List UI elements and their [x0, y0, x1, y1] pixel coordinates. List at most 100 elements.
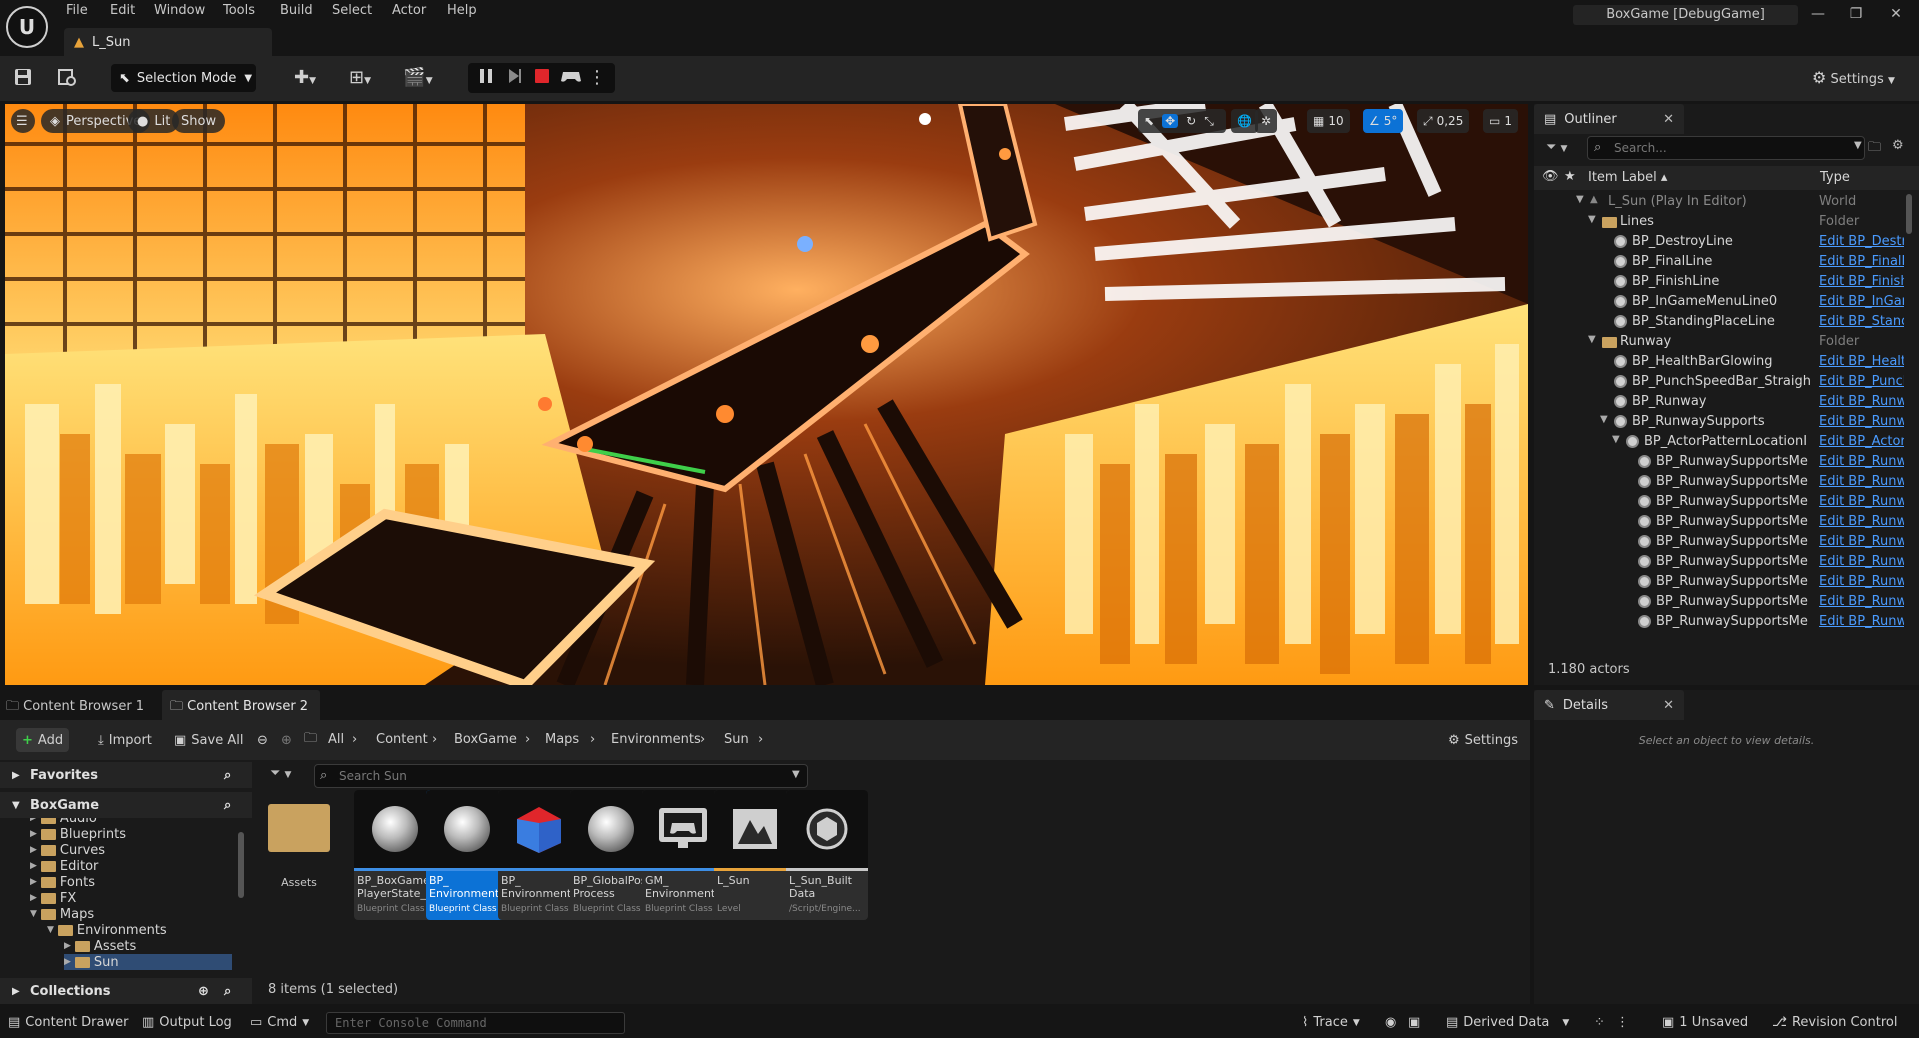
- edit-blueprint-link[interactable]: Edit BP_Runwa: [1819, 614, 1904, 629]
- breadcrumb-maps[interactable]: Maps: [545, 732, 579, 747]
- menu-file[interactable]: File: [66, 3, 88, 18]
- grid-snap-button[interactable]: ▦ 10: [1307, 109, 1350, 133]
- cmd-dropdown[interactable]: ▭ Cmd ▼: [250, 1015, 309, 1030]
- scale-icon[interactable]: ⤡: [1204, 114, 1214, 129]
- edit-blueprint-link[interactable]: Edit BP_Punch: [1819, 374, 1904, 389]
- record-icon[interactable]: ◉: [1385, 1015, 1396, 1030]
- restore-icon[interactable]: ❐: [1846, 6, 1866, 26]
- expand-arrow-icon[interactable]: ▼: [1576, 194, 1584, 205]
- edit-blueprint-link[interactable]: Edit BP_Runwa: [1819, 474, 1904, 489]
- menu-window[interactable]: Window: [154, 3, 205, 18]
- outliner-row[interactable]: ▼ BP_ActorPatternLocationI Edit BP_ActorI: [1534, 432, 1904, 452]
- asset-folder[interactable]: Assets: [264, 794, 334, 914]
- search-icon[interactable]: ⌕: [224, 984, 231, 999]
- folder-tree-item[interactable]: ▶ Audio: [30, 818, 97, 826]
- edit-blueprint-link[interactable]: Edit BP_Runwa: [1819, 554, 1904, 569]
- edit-blueprint-link[interactable]: Edit BP_Healtl: [1819, 354, 1904, 369]
- edit-blueprint-link[interactable]: Edit BP_ActorI: [1819, 434, 1904, 449]
- viewport-menu-icon[interactable]: ☰: [11, 109, 35, 133]
- outliner-row[interactable]: BP_RunwaySupportsMe Edit BP_Runwa: [1534, 572, 1904, 592]
- outliner-row[interactable]: ▼ ▲ L_Sun (Play In Editor) World: [1534, 192, 1904, 212]
- edit-blueprint-link[interactable]: Edit BP_InGam: [1819, 294, 1904, 309]
- import-button[interactable]: ⤓ Import: [92, 728, 158, 752]
- outliner-row[interactable]: ▼ BP_RunwaySupports Edit BP_Runwa: [1534, 412, 1904, 432]
- outliner-tab[interactable]: ▤ Outliner ✕: [1534, 104, 1684, 134]
- edit-blueprint-link[interactable]: Edit BP_Runwa: [1819, 394, 1904, 409]
- asset-search-input[interactable]: Search Sun: [314, 764, 808, 788]
- tree-scrollbar[interactable]: [238, 832, 244, 898]
- revision-control-button[interactable]: ⎇ Revision Control: [1772, 1015, 1897, 1030]
- star-icon[interactable]: ★: [1564, 169, 1576, 184]
- add-collection-icon[interactable]: ⊕: [198, 984, 209, 999]
- menu-edit[interactable]: Edit: [110, 3, 135, 18]
- rotate-icon[interactable]: ↻: [1186, 114, 1196, 128]
- filter-icon[interactable]: ⏷ ▼: [1546, 140, 1567, 155]
- forward-icon[interactable]: ⊕: [275, 728, 298, 752]
- back-icon[interactable]: ⊖: [251, 728, 274, 752]
- folder-tree-item[interactable]: ▶ Curves: [30, 842, 105, 858]
- blueprint-icon[interactable]: ⊞▼: [342, 66, 378, 90]
- world-local-icon[interactable]: 🌐: [1231, 109, 1258, 133]
- folder-tree-item[interactable]: ▶ Sun: [64, 954, 232, 970]
- save-icon[interactable]: [12, 66, 36, 90]
- source-control-icon[interactable]: [56, 66, 80, 90]
- breadcrumb-content[interactable]: Content: [376, 732, 428, 747]
- edit-blueprint-link[interactable]: Edit BP_Runwa: [1819, 514, 1904, 529]
- outliner-row[interactable]: BP_Runway Edit BP_Runwa: [1534, 392, 1904, 412]
- chevron-right-icon[interactable]: ▶: [30, 829, 37, 839]
- derived-data-button[interactable]: ▤ Derived Data ▼: [1446, 1015, 1569, 1030]
- outliner-row[interactable]: BP_RunwaySupportsMe Edit BP_Runwa: [1534, 592, 1904, 612]
- level-document-tab[interactable]: ▲ L_Sun: [64, 28, 272, 56]
- gamepad-icon[interactable]: [560, 66, 584, 90]
- outliner-row[interactable]: BP_PunchSpeedBar_Straigh Edit BP_Punch: [1534, 372, 1904, 392]
- edit-blueprint-link[interactable]: Edit BP_Runwa: [1819, 414, 1904, 429]
- content-drawer-button[interactable]: ▤ Content Drawer: [8, 1015, 128, 1030]
- trace-dropdown[interactable]: ⌇ Trace ▼: [1302, 1015, 1360, 1030]
- menu-actor[interactable]: Actor: [392, 3, 426, 18]
- details-tab[interactable]: ✎ Details ✕: [1534, 690, 1684, 720]
- outliner-row[interactable]: BP_FinishLine Edit BP_Finish: [1534, 272, 1904, 292]
- level-viewport[interactable]: ☰ ◈ Perspective ● Lit Show ⬉ ✥ ↻ ⤡ 🌐 ✲ ▦…: [5, 104, 1528, 685]
- asset-tile[interactable]: BP_GlobalPost Process Blueprint Class: [570, 790, 652, 920]
- chevron-right-icon[interactable]: ▶: [30, 893, 37, 903]
- edit-blueprint-link[interactable]: Edit BP_Runwa: [1819, 534, 1904, 549]
- outliner-row[interactable]: BP_RunwaySupportsMe Edit BP_Runwa: [1534, 612, 1904, 632]
- stop-icon[interactable]: [532, 66, 556, 90]
- outliner-row[interactable]: BP_RunwaySupportsMe Edit BP_Runwa: [1534, 452, 1904, 472]
- search-icon[interactable]: ⌕: [224, 798, 231, 813]
- vertical-dots-icon[interactable]: ⋮: [1616, 1015, 1629, 1030]
- chevron-down-icon[interactable]: ▼: [47, 925, 54, 935]
- selection-mode-dropdown[interactable]: ⬉ Selection Mode ▼: [111, 64, 256, 92]
- folder-tree-item[interactable]: ▶ Fonts: [30, 874, 95, 890]
- chevron-right-icon[interactable]: ▶: [30, 845, 37, 855]
- add-actor-icon[interactable]: ✚▼: [287, 66, 323, 90]
- column-type[interactable]: Type: [1820, 170, 1850, 185]
- expand-arrow-icon[interactable]: ▼: [1588, 334, 1596, 345]
- minimize-icon[interactable]: —: [1808, 6, 1828, 26]
- add-button[interactable]: + Add: [16, 728, 70, 752]
- expand-arrow-icon[interactable]: ▼: [1600, 414, 1608, 425]
- collections-header[interactable]: ▶ Collections ⊕ ⌕: [0, 978, 252, 1004]
- scale-snap-button[interactable]: ⤢ 0,25: [1417, 109, 1470, 133]
- outliner-row[interactable]: BP_RunwaySupportsMe Edit BP_Runwa: [1534, 492, 1904, 512]
- menu-tools[interactable]: Tools: [223, 3, 255, 18]
- outliner-row[interactable]: ▼ Lines Folder: [1534, 212, 1904, 232]
- select-arrow-icon[interactable]: ⬉: [1144, 114, 1154, 128]
- asset-tile[interactable]: BP_BoxGame PlayerState_ Blueprint Class: [354, 790, 436, 920]
- asset-tile[interactable]: BP_ Environment Blueprint Class: [498, 790, 580, 920]
- add-folder-icon[interactable]: 🗀: [1868, 138, 1881, 160]
- outliner-row[interactable]: BP_RunwaySupportsMe Edit BP_Runwa: [1534, 472, 1904, 492]
- breadcrumb-sun[interactable]: Sun: [724, 732, 749, 747]
- outliner-row[interactable]: BP_RunwaySupportsMe Edit BP_Runwa: [1534, 552, 1904, 572]
- rotation-snap-button[interactable]: ∠ 5°: [1363, 109, 1404, 133]
- outliner-row[interactable]: BP_RunwaySupportsMe Edit BP_Runwa: [1534, 512, 1904, 532]
- live-coding-icon[interactable]: ⁘: [1594, 1015, 1605, 1030]
- tab-content-browser-1[interactable]: 🗀 Content Browser 1: [6, 697, 144, 719]
- edit-blueprint-link[interactable]: Edit BP_Stand: [1819, 314, 1904, 329]
- chevron-right-icon[interactable]: ▶: [30, 861, 37, 871]
- more-options-icon[interactable]: ⋮: [588, 66, 606, 90]
- console-input[interactable]: Enter Console Command: [326, 1012, 625, 1034]
- edit-blueprint-link[interactable]: Edit BP_Runwa: [1819, 594, 1904, 609]
- outliner-row[interactable]: ▼ Runway Folder: [1534, 332, 1904, 352]
- cinematics-icon[interactable]: 🎬▼: [400, 66, 436, 90]
